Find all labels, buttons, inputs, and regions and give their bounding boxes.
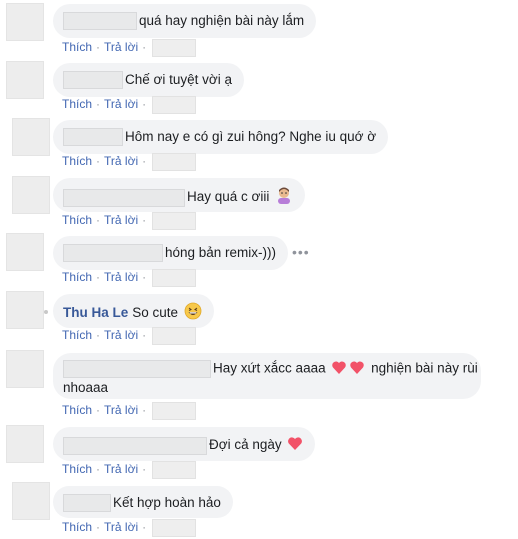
like-link[interactable]: Thích xyxy=(62,403,92,417)
separator-dot: · xyxy=(142,403,147,418)
reply-link[interactable]: Trả lời xyxy=(104,40,138,54)
separator-dot: · xyxy=(142,462,147,477)
comment-text: quá hay nghiện bài này lắm xyxy=(139,13,305,28)
like-link[interactable]: Thích xyxy=(62,270,92,284)
redacted-timestamp xyxy=(152,212,197,230)
comment-bubble: Đợi cả ngày xyxy=(53,427,316,461)
reply-link[interactable]: Trả lời xyxy=(104,154,138,168)
comment-text-line1: Hay xứt xắcc aaaa xyxy=(213,360,326,376)
separator-dot: · xyxy=(96,270,101,285)
comment-bubble: quá hay nghiện bài này lắm xyxy=(53,4,317,38)
like-link[interactable]: Thích xyxy=(62,462,92,476)
comment-bubble: Hay quá c ơiii xyxy=(53,178,306,212)
comment-actions: Thích · Trả lời · xyxy=(62,519,197,537)
separator-dot: · xyxy=(96,154,101,169)
reply-link[interactable]: Trả lời xyxy=(104,403,138,417)
separator-dot: · xyxy=(96,462,101,477)
grinning-face-icon xyxy=(184,302,202,325)
separator-dot: · xyxy=(142,97,147,112)
separator-dot: · xyxy=(96,97,101,112)
comment-actions: Thích · Trả lời · xyxy=(62,461,197,479)
comment-actions: Thích · Trả lời · xyxy=(62,269,197,287)
avatar[interactable] xyxy=(6,233,44,271)
separator-dot: · xyxy=(96,403,101,418)
more-options-icon[interactable]: ••• xyxy=(292,244,310,260)
comment-bubble: Hay xứt xắcc aaaa nghiện bài này rùi nho… xyxy=(53,353,481,399)
redacted-timestamp xyxy=(152,327,197,345)
redacted-author-name xyxy=(63,188,185,207)
avatar[interactable] xyxy=(6,61,44,99)
separator-dot: · xyxy=(142,520,147,535)
separator-dot: · xyxy=(96,213,101,228)
separator-dot: · xyxy=(142,328,147,343)
comment-actions: Thích · Trả lời · xyxy=(62,212,197,230)
separator-dot: · xyxy=(96,328,101,343)
comment-text: hóng bản remix-))) xyxy=(165,245,277,260)
redacted-timestamp xyxy=(152,402,197,420)
reply-link[interactable]: Trả lời xyxy=(104,328,138,342)
comment-author[interactable]: Thu Ha Le xyxy=(63,305,128,320)
comment-text: Hay quá c ơiii xyxy=(187,189,270,205)
comment-bubble: Chế ơi tuyệt vời ạ xyxy=(53,63,244,97)
separator-dot: · xyxy=(96,40,101,55)
reply-link[interactable]: Trả lời xyxy=(104,97,138,111)
comment-text-line1-after: nghiện bài này rùi xyxy=(371,360,478,376)
like-link[interactable]: Thích xyxy=(62,97,92,111)
person-gesturing-icon xyxy=(275,186,293,209)
avatar[interactable] xyxy=(6,425,44,463)
comment-text: So cute xyxy=(132,305,179,321)
reply-link[interactable]: Trả lời xyxy=(104,520,138,534)
separator-dot: · xyxy=(142,270,147,285)
like-link[interactable]: Thích xyxy=(62,40,92,54)
reply-link[interactable]: Trả lời xyxy=(104,462,138,476)
separator-dot: · xyxy=(142,40,147,55)
redacted-timestamp xyxy=(152,153,197,171)
avatar[interactable] xyxy=(6,291,44,329)
comment-bubble: Kết hợp hoàn hảo xyxy=(53,486,233,518)
like-link[interactable]: Thích xyxy=(62,213,92,227)
redacted-timestamp xyxy=(152,96,197,114)
redacted-timestamp xyxy=(152,519,197,537)
redacted-author-name xyxy=(63,71,123,90)
like-link[interactable]: Thích xyxy=(62,328,92,342)
comment-actions: Thích · Trả lời · xyxy=(62,327,197,345)
separator-dot: · xyxy=(96,520,101,535)
redacted-author-name xyxy=(63,360,211,378)
separator-dot: · xyxy=(142,213,147,228)
comment-actions: Thích · Trả lời · xyxy=(62,96,197,114)
comment-actions: Thích · Trả lời · xyxy=(62,402,197,420)
comment-actions: Thích · Trả lời · xyxy=(62,39,197,57)
two-hearts-icon xyxy=(331,359,367,379)
reply-link[interactable]: Trả lời xyxy=(104,213,138,227)
like-link[interactable]: Thích xyxy=(62,154,92,168)
separator-dot: · xyxy=(142,154,147,169)
redacted-timestamp xyxy=(152,461,197,479)
reply-link[interactable]: Trả lời xyxy=(104,270,138,284)
avatar[interactable] xyxy=(12,482,50,520)
redacted-author-name xyxy=(63,494,111,513)
comment-text: Chế ơi tuyệt vời ạ xyxy=(125,72,232,87)
comment-bubble: Hôm nay e có gì zui hông? Nghe iu quớ ờ xyxy=(53,120,389,154)
like-link[interactable]: Thích xyxy=(62,520,92,534)
comment-text: Đợi cả ngày xyxy=(209,437,282,453)
online-indicator xyxy=(44,310,48,314)
heart-icon xyxy=(287,435,303,456)
comment-text: Kết hợp hoàn hảo xyxy=(113,495,221,510)
avatar[interactable] xyxy=(6,3,44,41)
redacted-author-name xyxy=(63,128,123,147)
comment-actions: Thích · Trả lời · xyxy=(62,153,197,171)
redacted-author-name xyxy=(63,12,137,31)
avatar[interactable] xyxy=(12,118,50,156)
comment-bubble: hóng bản remix-))) xyxy=(53,236,289,270)
comment-text: Hôm nay e có gì zui hông? Nghe iu quớ ờ xyxy=(125,129,377,144)
redacted-author-name xyxy=(63,436,207,455)
redacted-timestamp xyxy=(152,269,197,287)
redacted-author-name xyxy=(63,244,163,263)
comment-text-line2: nhoaaa xyxy=(63,380,109,395)
avatar[interactable] xyxy=(12,176,50,214)
redacted-timestamp xyxy=(152,39,197,57)
comment-bubble: Thu Ha Le So cute xyxy=(53,294,214,328)
avatar[interactable] xyxy=(6,350,44,388)
